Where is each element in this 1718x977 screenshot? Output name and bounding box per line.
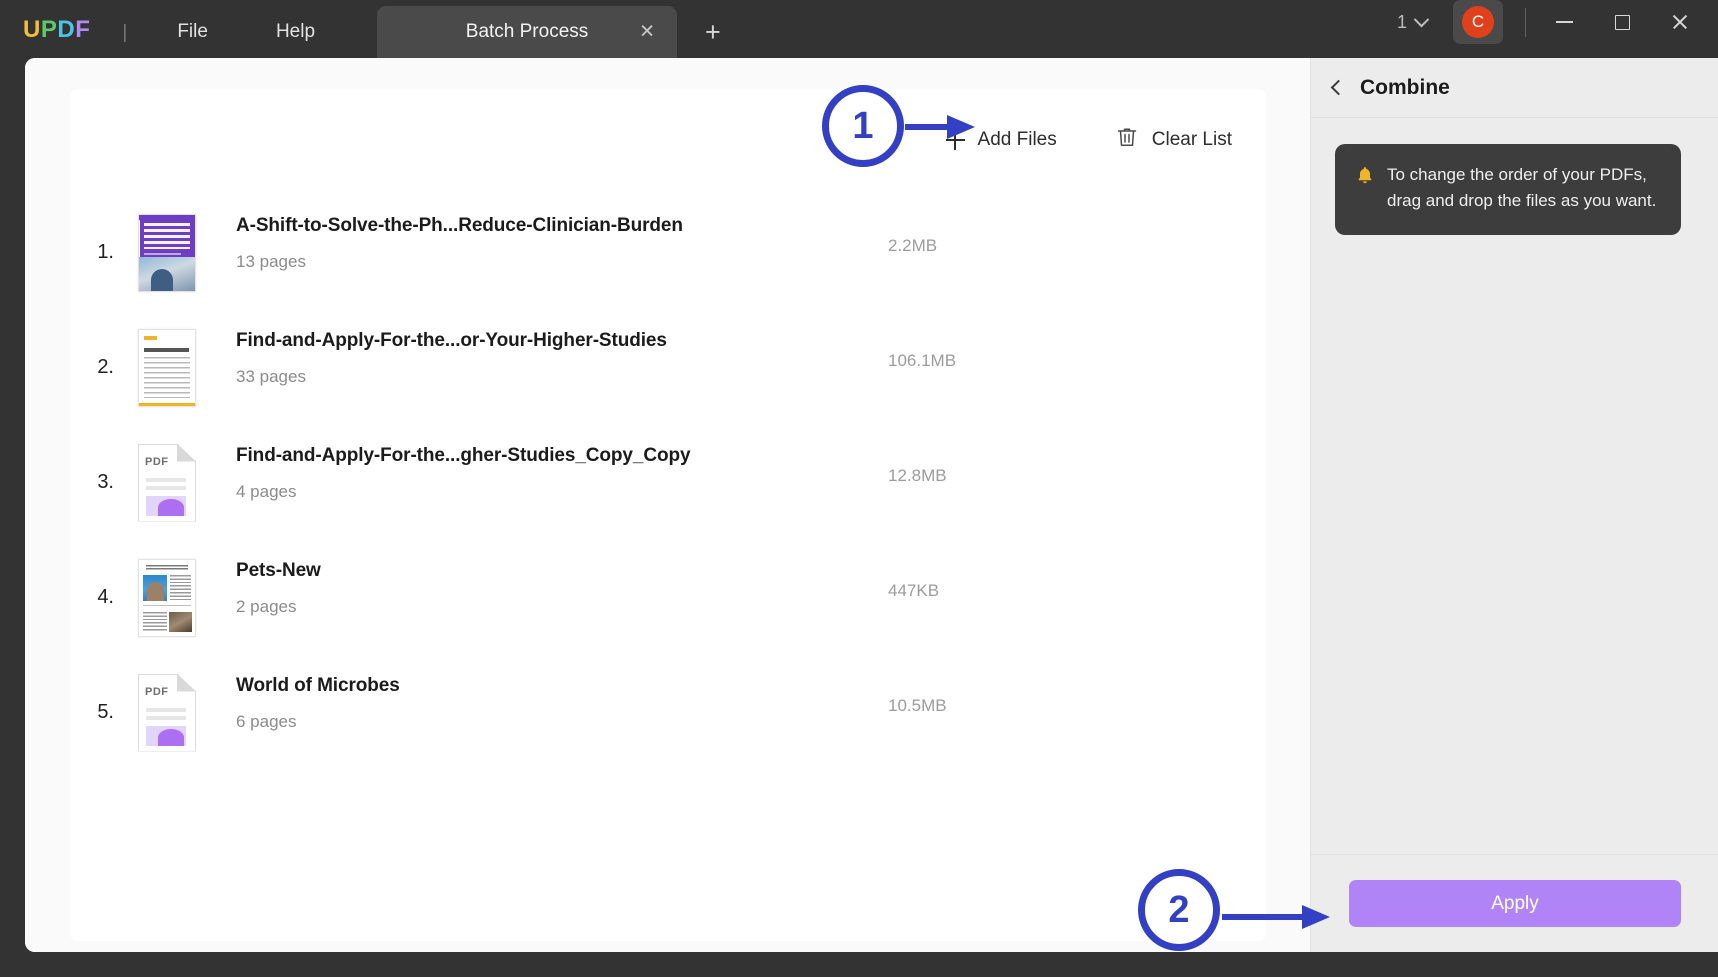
pdf-icon-label: PDF bbox=[145, 686, 169, 698]
title-bar: U P D F | File Help Batch Process ✕ + 1 … bbox=[0, 0, 1718, 58]
file-pages: 13 pages bbox=[236, 252, 306, 272]
thumbnail-text-document bbox=[138, 329, 196, 407]
annotation-marker-2: 2 bbox=[1138, 869, 1220, 951]
table-row[interactable]: 3. PDF Find-and-Apply-For-the...gher-Stu… bbox=[70, 425, 1266, 540]
maximize-icon bbox=[1615, 15, 1630, 30]
titlebar-right-group: 1 C bbox=[1397, 0, 1718, 44]
clear-list-label: Clear List bbox=[1152, 129, 1232, 151]
page-title: Combine bbox=[1360, 76, 1450, 100]
tip-text: To change the order of your PDFs, drag a… bbox=[1387, 162, 1661, 215]
maximize-button[interactable] bbox=[1598, 4, 1646, 40]
tab-batch-process[interactable]: Batch Process ✕ bbox=[377, 6, 677, 58]
file-size: 106.1MB bbox=[888, 351, 956, 371]
file-name: A-Shift-to-Solve-the-Ph...Reduce-Clinici… bbox=[236, 215, 683, 237]
minimize-icon bbox=[1556, 21, 1573, 23]
file-pages: 2 pages bbox=[236, 597, 297, 617]
application-body: Add Files Clear List 1. bbox=[25, 58, 1718, 952]
row-index: 5. bbox=[70, 701, 126, 724]
bell-icon bbox=[1355, 165, 1375, 215]
file-meta: Find-and-Apply-For-the...or-Your-Higher-… bbox=[208, 318, 1266, 418]
file-meta: World of Microbes 6 pages 10.5MB bbox=[208, 663, 1266, 763]
chevron-down-icon bbox=[1414, 11, 1430, 27]
file-size: 12.8MB bbox=[888, 466, 947, 486]
file-name: World of Microbes bbox=[236, 675, 400, 697]
logo-separator: | bbox=[122, 23, 127, 42]
avatar: C bbox=[1462, 6, 1494, 38]
file-meta: A-Shift-to-Solve-the-Ph...Reduce-Clinici… bbox=[208, 203, 1266, 303]
apply-button[interactable]: Apply bbox=[1349, 880, 1681, 927]
menu-file[interactable]: File bbox=[167, 20, 218, 43]
file-meta: Find-and-Apply-For-the...gher-Studies_Co… bbox=[208, 433, 1266, 533]
table-row[interactable]: 1. A-Shift-to-Solve-the-Ph...Reduce-Clin… bbox=[70, 195, 1266, 310]
file-list: 1. A-Shift-to-Solve-the-Ph...Reduce-Clin… bbox=[70, 195, 1266, 770]
file-thumbnail bbox=[126, 318, 208, 418]
file-pages: 4 pages bbox=[236, 482, 297, 502]
file-list-card: Add Files Clear List 1. bbox=[70, 89, 1266, 941]
pdf-icon-label: PDF bbox=[145, 456, 169, 468]
table-row[interactable]: 2. Find-and-Apply-For-the...or-Your-High… bbox=[70, 310, 1266, 425]
file-name: Find-and-Apply-For-the...gher-Studies_Co… bbox=[236, 445, 690, 467]
annotation-arrow-1 bbox=[905, 110, 977, 149]
add-files-label: Add Files bbox=[978, 129, 1057, 151]
titlebar-divider bbox=[1525, 8, 1526, 37]
row-index: 3. bbox=[70, 471, 126, 494]
file-pages: 33 pages bbox=[236, 367, 306, 387]
logo-letter-u: U bbox=[23, 18, 41, 42]
minimize-button[interactable] bbox=[1540, 4, 1588, 40]
table-row[interactable]: 4. Pets-New 2 pages 447KB bbox=[70, 540, 1266, 655]
side-panel-header: Combine bbox=[1311, 58, 1718, 118]
account-button[interactable]: C bbox=[1453, 0, 1503, 44]
file-thumbnail bbox=[126, 548, 208, 648]
file-name: Find-and-Apply-For-the...or-Your-Higher-… bbox=[236, 330, 667, 352]
file-list-toolbar: Add Files Clear List bbox=[946, 125, 1232, 155]
table-row[interactable]: 5. PDF World of Microbes 6 pages 10.5MB bbox=[70, 655, 1266, 770]
logo-letter-d: D bbox=[57, 18, 75, 42]
chevron-left-icon[interactable] bbox=[1331, 80, 1347, 96]
file-thumbnail bbox=[126, 203, 208, 303]
drag-drop-tip: To change the order of your PDFs, drag a… bbox=[1335, 144, 1681, 235]
thumbnail-pets-document bbox=[138, 559, 196, 637]
row-index: 1. bbox=[70, 241, 126, 264]
thumbnail-pdf-generic: PDF bbox=[138, 674, 196, 752]
tab-label: Batch Process bbox=[466, 21, 589, 43]
file-pages: 6 pages bbox=[236, 712, 297, 732]
updf-logo: U P D F bbox=[23, 18, 90, 42]
row-index: 2. bbox=[70, 356, 126, 379]
logo-letter-f: F bbox=[75, 18, 90, 42]
new-tab-plus-icon[interactable]: + bbox=[705, 19, 721, 46]
file-meta: Pets-New 2 pages 447KB bbox=[208, 548, 1266, 648]
file-thumbnail: PDF bbox=[126, 433, 208, 533]
annotation-marker-1: 1 bbox=[822, 85, 904, 167]
thumbnail-pdf-generic: PDF bbox=[138, 444, 196, 522]
side-panel-footer: Apply bbox=[1311, 854, 1718, 952]
clear-list-button[interactable]: Clear List bbox=[1115, 125, 1232, 155]
thumbnail-purple-cover bbox=[138, 214, 196, 292]
file-size: 10.5MB bbox=[888, 696, 947, 716]
row-index: 4. bbox=[70, 586, 126, 609]
window-count-value: 1 bbox=[1397, 12, 1407, 33]
batch-process-main-panel: Add Files Clear List 1. bbox=[25, 58, 1310, 952]
combine-side-panel: Combine To change the order of your PDFs… bbox=[1310, 58, 1718, 952]
file-thumbnail: PDF bbox=[126, 663, 208, 763]
close-icon bbox=[1671, 13, 1689, 31]
trash-icon bbox=[1115, 125, 1139, 155]
file-name: Pets-New bbox=[236, 560, 321, 582]
tab-close-icon[interactable]: ✕ bbox=[639, 23, 655, 42]
logo-letter-p: P bbox=[41, 18, 58, 42]
file-size: 2.2MB bbox=[888, 236, 937, 256]
menu-help[interactable]: Help bbox=[266, 20, 325, 43]
annotation-arrow-2 bbox=[1222, 899, 1332, 940]
window-count-dropdown[interactable]: 1 bbox=[1397, 12, 1427, 33]
updf-application-window: U P D F | File Help Batch Process ✕ + 1 … bbox=[0, 0, 1718, 977]
file-size: 447KB bbox=[888, 581, 939, 601]
close-window-button[interactable] bbox=[1656, 4, 1704, 40]
